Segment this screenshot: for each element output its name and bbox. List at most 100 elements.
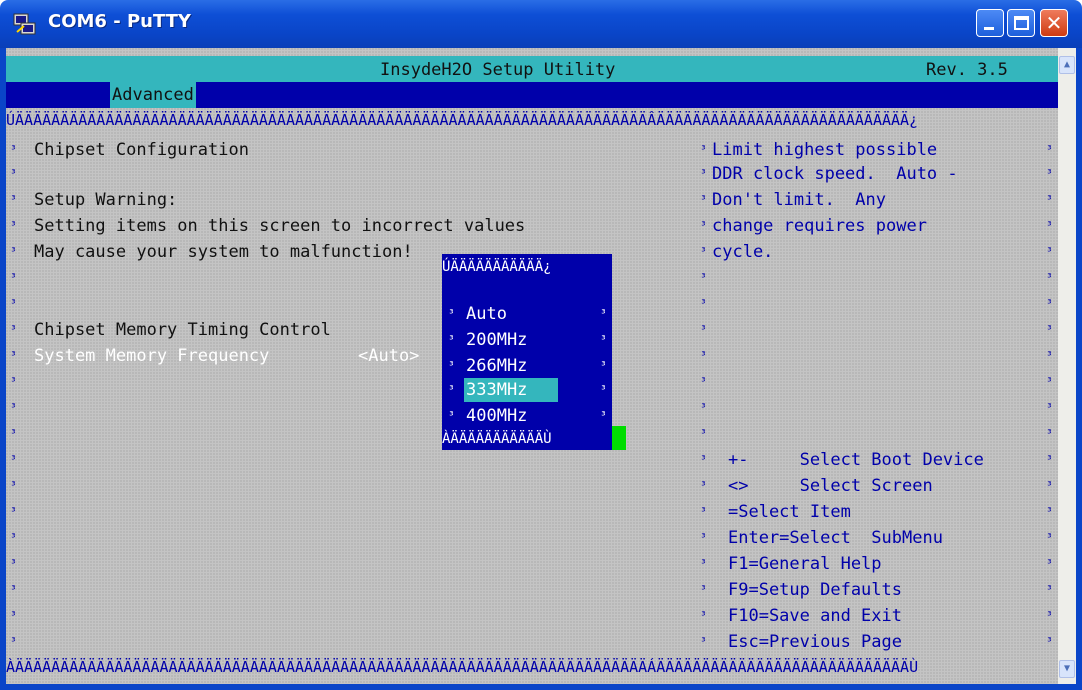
border-marker: ³: [10, 349, 17, 362]
border-marker: ³: [10, 375, 17, 388]
border-marker: ³: [1046, 635, 1053, 648]
popup-top-border: ÚÄÄÄÄÄÄÄÄÄÄÄ¿: [442, 259, 552, 275]
border-marker: ³: [700, 375, 707, 388]
border-marker: ³: [1046, 167, 1053, 180]
border-marker: ³: [10, 505, 17, 518]
help-line: cycle.: [712, 242, 774, 262]
popup-option[interactable]: 400MHz: [466, 404, 527, 428]
terminal-screen[interactable]: InsydeH2O Setup Utility Rev. 3.5 Advance…: [6, 48, 1058, 684]
border-marker: ³: [1046, 297, 1053, 310]
border-marker: ³: [700, 557, 707, 570]
minimize-icon: [984, 27, 994, 30]
minimize-button[interactable]: [976, 9, 1004, 37]
border-marker: ³: [10, 583, 17, 596]
popup-option[interactable]: Auto: [466, 302, 507, 326]
menu-item-timing-control[interactable]: Chipset Memory Timing Control: [34, 318, 331, 342]
popup-marker: ³: [448, 383, 455, 396]
popup-option-selected[interactable]: 333MHz: [466, 378, 527, 402]
border-marker: ³: [10, 609, 17, 622]
border-marker: ³: [10, 143, 17, 156]
frequency-popup[interactable]: ÚÄÄÄÄÄÄÄÄÄÄÄ¿ ³ ³ ³ ³ ³ ³ ³ ³ ³ ³ Auto 2…: [442, 254, 612, 450]
help-line: Limit highest possible: [712, 140, 938, 160]
scroll-up-icon[interactable]: ▲: [1059, 56, 1075, 74]
key-hint: +- Select Boot Device: [728, 450, 984, 470]
memory-frequency-value[interactable]: <Auto>: [358, 344, 419, 368]
border-marker: ³: [700, 245, 707, 258]
popup-option[interactable]: 200MHz: [466, 328, 527, 352]
border-marker: ³: [10, 271, 17, 284]
window-titlebar[interactable]: COM6 - PuTTY ✕: [0, 0, 1082, 48]
help-line: Don't limit. Any: [712, 190, 886, 210]
popup-marker: ³: [600, 307, 607, 320]
border-marker: ³: [700, 219, 707, 232]
border-marker: ³: [1046, 193, 1053, 206]
border-marker: ³: [1046, 271, 1053, 284]
key-hint: =Select Item: [728, 502, 851, 522]
border-marker: ³: [1046, 609, 1053, 622]
key-hint: F1=General Help: [728, 554, 882, 574]
border-marker: ³: [700, 453, 707, 466]
popup-marker: ³: [448, 307, 455, 320]
border-marker: ³: [700, 401, 707, 414]
menu-item-memory-frequency[interactable]: System Memory Frequency: [34, 344, 269, 368]
border-marker: ³: [10, 401, 17, 414]
window-frame-right: [1076, 48, 1082, 690]
popup-marker: ³: [600, 383, 607, 396]
border-marker: ³: [1046, 427, 1053, 440]
border-marker: ³: [1046, 245, 1053, 258]
key-hint: Esc=Previous Page: [728, 632, 902, 652]
close-icon: ✕: [1045, 11, 1063, 35]
popup-marker: ³: [448, 333, 455, 346]
popup-marker: ³: [448, 409, 455, 422]
scroll-down-icon[interactable]: ▼: [1059, 660, 1075, 678]
border-marker: ³: [700, 167, 707, 180]
border-marker: ³: [700, 349, 707, 362]
popup-marker: ³: [600, 409, 607, 422]
help-line: DDR clock speed. Auto -: [712, 164, 958, 184]
key-hint: F10=Save and Exit: [728, 606, 902, 626]
key-hint: Enter=Select SubMenu: [728, 528, 943, 548]
border-marker: ³: [10, 635, 17, 648]
popup-marker: ³: [600, 333, 607, 346]
border-marker: ³: [10, 167, 17, 180]
border-marker: ³: [700, 531, 707, 544]
putty-app-icon[interactable]: [12, 12, 38, 36]
warning-line: Setting items on this screen to incorrec…: [34, 216, 526, 236]
border-marker: ³: [10, 479, 17, 492]
border-marker: ³: [10, 323, 17, 336]
section-heading: Chipset Configuration: [34, 140, 249, 160]
close-button[interactable]: ✕: [1040, 9, 1068, 37]
border-marker: ³: [700, 583, 707, 596]
border-marker: ³: [700, 505, 707, 518]
border-marker: ³: [1046, 219, 1053, 232]
border-marker: ³: [1046, 557, 1053, 570]
border-marker: ³: [1046, 375, 1053, 388]
border-marker: ³: [1046, 453, 1053, 466]
maximize-icon: [1014, 16, 1029, 30]
border-marker: ³: [1046, 531, 1053, 544]
border-marker: ³: [700, 297, 707, 310]
border-marker: ³: [10, 297, 17, 310]
border-marker: ³: [1046, 143, 1053, 156]
border-marker: ³: [10, 219, 17, 232]
border-marker: ³: [1046, 479, 1053, 492]
border-marker: ³: [1046, 505, 1053, 518]
warning-title: Setup Warning:: [34, 190, 178, 210]
border-marker: ³: [700, 635, 707, 648]
help-line: change requires power: [712, 216, 927, 236]
border-marker: ³: [700, 323, 707, 336]
border-marker: ³: [700, 143, 707, 156]
popup-marker: ³: [600, 359, 607, 372]
screen-bottom-border: ÀÄÄÄÄÄÄÄÄÄÄÄÄÄÄÄÄÄÄÄÄÄÄÄÄÄÄÄÄÄÄÄÄÄÄÄÄÄÄÄ…: [6, 658, 919, 676]
border-marker: ³: [10, 531, 17, 544]
border-marker: ³: [1046, 583, 1053, 596]
bios-title: InsydeH2O Setup Utility: [380, 60, 616, 80]
window-title: COM6 - PuTTY: [48, 11, 191, 32]
vertical-scrollbar[interactable]: ▲ ▼: [1058, 48, 1076, 684]
maximize-button[interactable]: [1007, 9, 1035, 37]
popup-marker: ³: [448, 359, 455, 372]
tab-advanced[interactable]: Advanced: [110, 82, 196, 108]
key-hint: <> Select Screen: [728, 476, 933, 496]
window-frame-bottom: [0, 684, 1082, 690]
popup-option[interactable]: 266MHz: [466, 354, 527, 378]
